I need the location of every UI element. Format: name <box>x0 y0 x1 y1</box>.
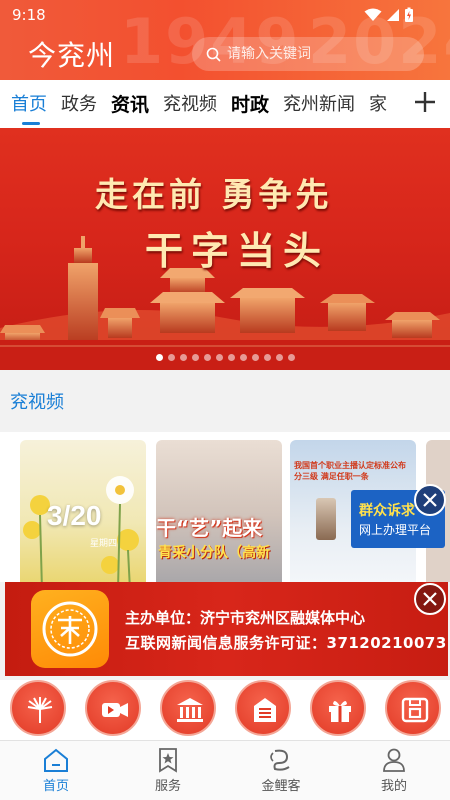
carp-icon <box>270 749 290 771</box>
gift-icon <box>329 700 351 722</box>
search-bar[interactable] <box>192 37 424 71</box>
wifi-icon <box>364 8 382 21</box>
nav-profile[interactable]: 我的 <box>354 745 434 799</box>
tab-yanzhou-news[interactable]: 兖州新闻 <box>283 90 355 116</box>
close-icon <box>423 592 437 606</box>
organizer-text: 主办单位：济宁市兖州区融媒体中心 <box>125 609 366 627</box>
nav-jinliker[interactable]: 金鲤客 <box>241 745 321 799</box>
close-appeal-button[interactable] <box>414 484 446 516</box>
active-tab-indicator <box>22 122 40 125</box>
app-title: 今兖州 <box>28 39 116 72</box>
nav-services-label: 服务 <box>154 779 181 794</box>
banner-pagination-dot[interactable] <box>191 354 199 361</box>
license-text: 互联网新闻信息服务许可证：37120210073 <box>125 634 447 652</box>
banner-pagination-dot[interactable] <box>179 354 187 361</box>
search-input[interactable] <box>227 46 397 62</box>
appeal-title: 群众诉求 <box>359 503 415 519</box>
user-icon <box>383 748 405 772</box>
appeal-subtitle: 网上办理平台 <box>359 523 432 537</box>
tab-more-cut[interactable]: 家 <box>369 90 387 116</box>
banner-pagination-dot[interactable] <box>167 354 175 361</box>
video-weekday: 星期四 <box>90 539 118 549</box>
hero-banner[interactable]: 走在前 勇争先 干字当头 <box>0 128 450 370</box>
close-icon <box>423 493 437 507</box>
shortcut-video-button[interactable] <box>85 680 141 736</box>
bottom-navigation: 首页 服务 金鲤客 我的 <box>0 740 450 800</box>
banner-pagination <box>0 354 450 361</box>
shortcut-government-button[interactable] <box>160 680 216 736</box>
channel-tabs: 首页 政务 资讯 兖视频 时政 兖州新闻 家 <box>0 80 450 128</box>
video-date: 3/20 <box>47 500 102 531</box>
banner-headline: 走在前 勇争先 <box>95 175 333 214</box>
banner-pagination-dot[interactable] <box>275 354 283 361</box>
product-image <box>316 498 336 540</box>
organizer-banner: 主办单位：济宁市兖州区融媒体中心 互联网新闻信息服务许可证：3712021007… <box>5 582 448 676</box>
tab-government[interactable]: 政务 <box>61 90 97 116</box>
banner-pagination-dot[interactable] <box>251 354 259 361</box>
video-camera-icon <box>102 703 128 717</box>
banner-pagination-dot[interactable] <box>203 354 211 361</box>
nav-jinliker-label: 金鲤客 <box>261 779 301 794</box>
shortcut-services-button[interactable] <box>235 680 291 736</box>
video-subcaption: 青采小分队（高新 <box>158 545 270 561</box>
tab-politics[interactable]: 时政 <box>231 90 269 117</box>
app-header: 1949 2024 9:18 今兖州 <box>0 0 450 80</box>
shortcut-row <box>0 680 450 740</box>
logo-emblem-icon <box>42 601 98 657</box>
status-bar: 9:18 <box>0 0 450 30</box>
battery-icon <box>405 7 413 22</box>
banner-pagination-dot[interactable] <box>263 354 271 361</box>
nav-home-label: 首页 <box>42 779 69 794</box>
government-building-icon <box>177 698 203 722</box>
home-icon <box>44 748 68 772</box>
video-card[interactable]: 干“艺”起来 青采小分队（高新 <box>156 440 282 582</box>
banner-subheadline: 干字当头 <box>145 228 330 273</box>
video-caption: 我国首个职业主播认定标准公布 分三级 满足任职一条 <box>294 461 406 481</box>
status-time: 9:18 <box>12 6 46 24</box>
shortcut-palm-button[interactable] <box>10 680 66 736</box>
banner-pagination-dot[interactable] <box>155 354 163 361</box>
banner-pagination-dot[interactable] <box>215 354 223 361</box>
signal-icon <box>387 9 399 21</box>
media-center-logo <box>31 590 109 668</box>
shortcut-gift-button[interactable] <box>310 680 366 736</box>
list-building-icon <box>254 698 276 722</box>
status-icons <box>364 7 414 23</box>
video-caption: 干“艺”起来 <box>156 516 263 540</box>
shortcut-ask-button[interactable] <box>385 680 441 736</box>
search-icon <box>206 47 221 62</box>
tab-news-info[interactable]: 资讯 <box>111 90 149 117</box>
banner-pagination-dot[interactable] <box>239 354 247 361</box>
banner-pagination-dot[interactable] <box>227 354 235 361</box>
nav-profile-label: 我的 <box>380 779 407 794</box>
video-card[interactable]: 3/20 星期四 <box>20 440 146 582</box>
tab-video[interactable]: 兖视频 <box>163 90 217 116</box>
close-banner-button[interactable] <box>414 583 446 615</box>
palm-leaf-icon <box>27 697 53 723</box>
section-title-video[interactable]: 兖视频 <box>10 388 64 414</box>
tab-home[interactable]: 首页 <box>11 90 47 116</box>
ask-question-icon <box>401 697 429 723</box>
add-channel-icon[interactable] <box>412 89 438 115</box>
banner-pagination-dot[interactable] <box>287 354 295 361</box>
bookmark-star-icon <box>159 748 177 773</box>
nav-services[interactable]: 服务 <box>128 745 208 799</box>
nav-home[interactable]: 首页 <box>16 745 96 799</box>
